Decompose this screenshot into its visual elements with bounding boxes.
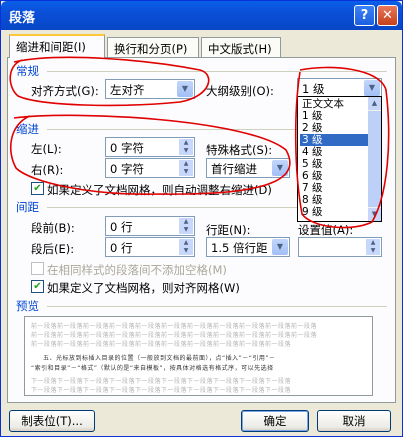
no-space-same-style-checkbox[interactable]: [31, 262, 44, 275]
tab-label: 缩进和间距(I): [16, 40, 86, 54]
dialog-title: 段落: [9, 11, 36, 26]
no-space-same-style-label: 在相同样式的段落间不添加空格(M): [47, 263, 227, 277]
space-after-label: 段后(E):: [31, 242, 75, 256]
tabs-button[interactable]: 制表位(T)...: [9, 410, 95, 432]
special-format-label: 特殊格式(S):: [206, 143, 273, 157]
stepper-buttons[interactable]: ▲ ▼: [179, 218, 193, 234]
auto-adjust-right-indent-checkbox[interactable]: ✔: [31, 182, 44, 195]
alignment-label: 对齐方式(G):: [31, 84, 99, 98]
down-arrow-icon[interactable]: ▼: [179, 168, 193, 176]
right-indent-label: 右(R):: [31, 163, 64, 177]
outline-option-level-7[interactable]: 7 级: [300, 182, 371, 194]
stepper-buttons[interactable]: ▲ ▼: [179, 239, 193, 255]
snap-to-grid-label[interactable]: 如果定义了文档网格，则对齐网格(W): [47, 280, 240, 296]
paragraph-dialog: 段落 ? ✕ 缩进和间距(I) 换行和分页(P) 中文版式(H) 常规 对齐方式…: [0, 0, 403, 437]
preview-line: 前一段落前一段落前一段落前一段落前一段落前一段落前一段落前一段落前一段落前一段落…: [31, 323, 318, 330]
scroll-up-icon[interactable]: ▲: [368, 97, 381, 110]
outline-option-level-1[interactable]: 1 级: [300, 110, 371, 122]
stepper-buttons[interactable]: ▲ ▼: [179, 160, 193, 176]
outline-option-level-6[interactable]: 6 级: [300, 170, 371, 182]
tab-asian-typography[interactable]: 中文版式(H): [201, 37, 281, 57]
title-bar[interactable]: 段落 ? ✕: [1, 1, 402, 30]
divider: [47, 129, 297, 130]
setting-value-label: 设置值(A):: [298, 223, 354, 237]
outline-option-level-3[interactable]: 3 级: [300, 134, 371, 146]
snap-to-grid-checkbox[interactable]: ✔: [31, 280, 44, 293]
close-button[interactable]: ✕: [377, 5, 398, 26]
space-after-value: 0 行: [110, 241, 133, 255]
indent-section-title: 缩进: [16, 122, 39, 136]
outline-option-level-5[interactable]: 5 级: [300, 158, 371, 170]
preview-line: 下一段落下一段落下一段落下一段落下一段落下一段落下一段落下一段落下一段落下一段落: [31, 387, 292, 394]
general-section-title: 常规: [16, 64, 39, 78]
down-arrow-icon[interactable]: ▼: [179, 247, 193, 255]
chevron-down-icon[interactable]: ▼: [177, 81, 193, 97]
left-indent-stepper[interactable]: 0 字符 ▲ ▼: [105, 137, 195, 157]
setting-value-stepper[interactable]: ▲ ▼: [298, 237, 382, 257]
divider: [47, 71, 387, 72]
outline-option-body-text[interactable]: 正文文本: [300, 98, 371, 110]
alignment-select[interactable]: 左对齐 ▼: [105, 79, 195, 99]
outline-option-level-4[interactable]: 4 级: [300, 146, 371, 158]
chevron-down-icon[interactable]: ▼: [364, 80, 380, 96]
divider: [47, 207, 297, 208]
special-format-value: 首行缩进: [211, 162, 257, 176]
scroll-thumb[interactable]: [368, 111, 381, 207]
space-before-label: 段前(B):: [31, 221, 75, 235]
tab-line-page-breaks[interactable]: 换行和分页(P): [107, 37, 199, 57]
right-indent-value: 0 字符: [110, 162, 144, 176]
preview-box: 前一段落前一段落前一段落前一段落前一段落前一段落前一段落前一段落前一段落前一段落…: [24, 316, 373, 396]
outline-level-value: 1 级: [302, 82, 325, 96]
line-spacing-label: 行距(N):: [206, 223, 251, 237]
outline-level-label: 大纲级别(O):: [206, 84, 274, 98]
scroll-down-icon[interactable]: ▼: [368, 208, 381, 221]
preview-line: 前一段落前一段落前一段落前一段落前一段落前一段落前一段落前一段落前一段落前一段落…: [31, 332, 318, 339]
left-indent-value: 0 字符: [110, 141, 144, 155]
down-arrow-icon[interactable]: ▼: [179, 147, 193, 155]
list-scrollbar[interactable]: ▲ ▼: [368, 97, 381, 221]
cancel-button[interactable]: 取消: [317, 410, 391, 432]
outline-option-level-9[interactable]: 9 级: [300, 206, 371, 218]
line-spacing-value: 1.5 倍行距: [211, 241, 268, 255]
special-format-select[interactable]: 首行缩进 ▼: [206, 158, 290, 178]
space-after-stepper[interactable]: 0 行 ▲ ▼: [105, 237, 195, 257]
line-spacing-select[interactable]: 1.5 倍行距 ▼: [206, 237, 290, 257]
left-indent-label: 左(L):: [31, 142, 62, 156]
preview-line: “索引和目录”－“格式”（默认的是“来自模板”，按具体对格选有格式序，可以先选择: [31, 365, 274, 372]
tab-label: 中文版式(H): [208, 42, 272, 56]
preview-line: 五、光标放到标插入目录的位置（一般放到文档的最前面），点“插入”－“引用”－: [43, 355, 276, 362]
ok-button[interactable]: 确定: [241, 410, 309, 432]
down-arrow-icon[interactable]: ▼: [179, 226, 193, 234]
tab-indent-spacing[interactable]: 缩进和间距(I): [9, 34, 105, 58]
chevron-down-icon[interactable]: ▼: [272, 239, 288, 255]
right-indent-stepper[interactable]: 0 字符 ▲ ▼: [105, 158, 195, 178]
stepper-buttons[interactable]: ▲ ▼: [179, 139, 193, 155]
preview-section-title: 预览: [16, 299, 39, 313]
outline-option-level-8[interactable]: 8 级: [300, 194, 371, 206]
down-arrow-icon[interactable]: ▼: [366, 247, 380, 255]
space-before-stepper[interactable]: 0 行 ▲ ▼: [105, 216, 195, 236]
auto-adjust-right-indent-label[interactable]: 如果定义了文档网格，则自动调整右缩进(D): [47, 182, 272, 198]
stepper-buttons[interactable]: ▲ ▼: [366, 239, 380, 255]
help-button[interactable]: ?: [354, 5, 375, 26]
space-before-value: 0 行: [110, 220, 133, 234]
preview-line: 前一段落前一段落前一段落前一段落前一段落前一段落前一段落前一段落前一段落前一段落: [31, 341, 292, 348]
tab-label: 换行和分页(P): [114, 42, 188, 56]
preview-line: 下一段落下一段落下一段落下一段落下一段落下一段落下一段落下一段落下一段落下一段落: [31, 378, 292, 385]
divider: [47, 306, 387, 307]
spacing-section-title: 间距: [16, 200, 39, 214]
outline-option-level-2[interactable]: 2 级: [300, 122, 371, 134]
outline-level-select[interactable]: 1 级 ▼: [297, 78, 382, 98]
alignment-value: 左对齐: [110, 83, 145, 97]
outline-level-list[interactable]: 正文文本 1 级 2 级 3 级 4 级 5 级 6 级 7 级 8 级 9 级…: [297, 96, 382, 222]
chevron-down-icon[interactable]: ▼: [272, 160, 288, 176]
